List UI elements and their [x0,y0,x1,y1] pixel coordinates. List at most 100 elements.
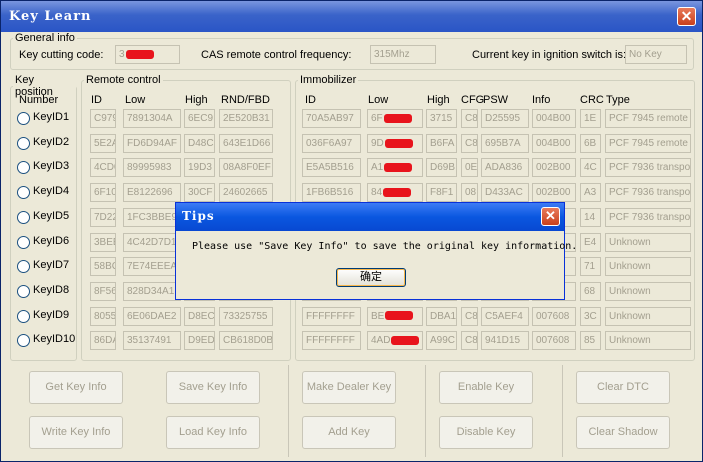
immo-type-cell: PCF 7945 remote [605,109,691,128]
redaction-mark [383,187,412,197]
immo-info-cell: 004B00 [532,133,576,153]
redaction-mark [125,49,154,59]
key-radio-label: KeyID9 [33,308,70,321]
immo-low-cell: A1 [367,158,423,178]
immo-crc-cell: 71 [580,257,601,277]
remote-id-cell: 4CD0 [90,158,116,178]
immo-header-high: High [427,94,450,106]
remote-header-low: Low [125,94,146,106]
immo-type-cell: PCF 7936 transpo [605,158,691,178]
immo-type-cell: PCF 7945 remote [605,133,691,153]
immo-header-crc: CRC [580,94,604,106]
remote-rnd-cell: CB618D0B [219,331,273,351]
window-close-button[interactable]: ✕ [677,7,696,26]
immo-info-cell: 004B00 [532,109,576,128]
key-radio-label: KeyID5 [33,209,70,222]
immo-id-cell: E5A5B516 [302,158,361,178]
immo-low-cell: 84 [367,183,423,203]
tips-dialog-title: Tips [182,209,215,223]
immo-header-psw: PSW [483,94,509,106]
remote-id-cell: 7D22 [90,207,116,227]
tips-dialog-ok-button[interactable]: 确定 [336,268,406,287]
immo-type-cell: Unknown [605,331,691,351]
load-key-info-button[interactable]: Load Key Info [166,416,260,449]
tips-dialog-titlebar[interactable]: Tips ✕ [176,203,564,231]
immo-id-cell: 70A5AB97 [302,109,361,128]
remote-low-cell: E8122696 [123,183,181,203]
key-radio-label: KeyID3 [33,160,70,173]
immo-crc-cell: A3 [580,183,601,203]
remote-low-cell: 1FC3BBE9 [123,207,181,227]
enable-key-button[interactable]: Enable Key [439,371,533,404]
immo-high-cell: D69B [426,158,457,178]
clear-shadow-button[interactable]: Clear Shadow [576,416,670,449]
write-key-info-button[interactable]: Write Key Info [29,416,123,449]
remote-low-cell: FD6D94AF [123,133,181,153]
immo-cfg-cell: C8 [461,133,478,153]
remote-id-cell: 58BC [90,257,116,277]
window-titlebar[interactable]: Key Learn ✕ [1,1,702,32]
key-radio-label: KeyID8 [33,283,70,296]
remote-rnd-cell: 08A8F0EF [219,158,273,178]
immo-psw-cell: D25595 [481,109,529,128]
radio-button[interactable] [17,309,30,323]
remote-rnd-cell: 2E520B31 [219,109,273,128]
immo-low-cell: BE [367,306,423,326]
key-radio-label: KeyID7 [33,259,70,272]
remote-control-legend: Remote control [86,74,161,86]
immo-psw-cell: ADA836 [481,158,529,178]
remote-id-cell: 8F56 [90,281,116,301]
key-radio-label: KeyID6 [33,234,70,247]
immo-header-low: Low [368,94,389,106]
immo-high-cell: A99C [426,331,457,351]
immo-info-cell: 002B00 [532,183,576,203]
radio-button[interactable] [17,136,30,150]
remote-high-cell: 6EC9 [184,109,215,128]
button-separator [562,365,563,457]
immo-id-cell: 036F6A97 [302,133,361,153]
immo-id-cell: FFFFFFFF [302,331,361,351]
save-key-info-button[interactable]: Save Key Info [166,371,260,404]
immo-psw-cell: D433AC [481,183,529,203]
immo-cfg-cell: 0E [461,158,478,178]
clear-dtc-button[interactable]: Clear DTC [576,371,670,404]
immo-id-cell: FFFFFFFF [302,306,361,326]
redaction-mark [383,113,412,123]
immo-type-cell: Unknown [605,257,691,277]
current-key-label: Current key in ignition switch is: [472,49,627,61]
radio-button[interactable] [17,284,30,298]
remote-low-cell: 7E74EEEA [123,257,181,277]
immo-info-cell: 007608 [532,306,576,326]
immo-high-cell: 3715 [426,109,457,128]
get-key-info-button[interactable]: Get Key Info [29,371,123,404]
remote-low-cell: 7891304A [123,109,181,128]
immo-psw-cell: C5AEF4 [481,306,529,326]
immo-crc-cell: 1E [580,109,601,128]
remote-id-cell: 3BEE [90,232,116,252]
radio-button[interactable] [17,186,30,200]
radio-button[interactable] [17,235,30,249]
radio-button[interactable] [17,112,30,125]
cas-frequency-label: CAS remote control frequency: [201,49,352,61]
immo-id-cell: 1FB6B516 [302,183,361,203]
immo-type-cell: PCF 7936 transpo [605,183,691,203]
current-key-field: No Key [625,45,687,64]
tips-dialog-close-button[interactable]: ✕ [541,207,560,226]
remote-id-cell: 5E2A [90,133,116,153]
remote-high-cell: D9ED [184,331,215,351]
make-dealer-key-button[interactable]: Make Dealer Key [302,371,396,404]
immo-info-cell: 007608 [532,331,576,351]
add-key-button[interactable]: Add Key [302,416,396,449]
immo-crc-cell: 14 [580,207,601,227]
remote-rnd-cell: 643E1D66 [219,133,273,153]
disable-key-button[interactable]: Disable Key [439,416,533,449]
immobilizer-legend: Immobilizer [300,74,357,86]
key-radio-label: KeyID2 [33,135,70,148]
tips-dialog-message: Please use "Save Key Info" to save the o… [192,241,578,252]
remote-rnd-cell: 24602665 [219,183,273,203]
radio-button[interactable] [17,210,30,224]
remote-low-cell: 4C42D7D1 [123,232,181,252]
key-radio-label: KeyID10 [33,333,76,346]
redaction-mark [384,138,413,148]
immo-type-cell: Unknown [605,306,691,326]
